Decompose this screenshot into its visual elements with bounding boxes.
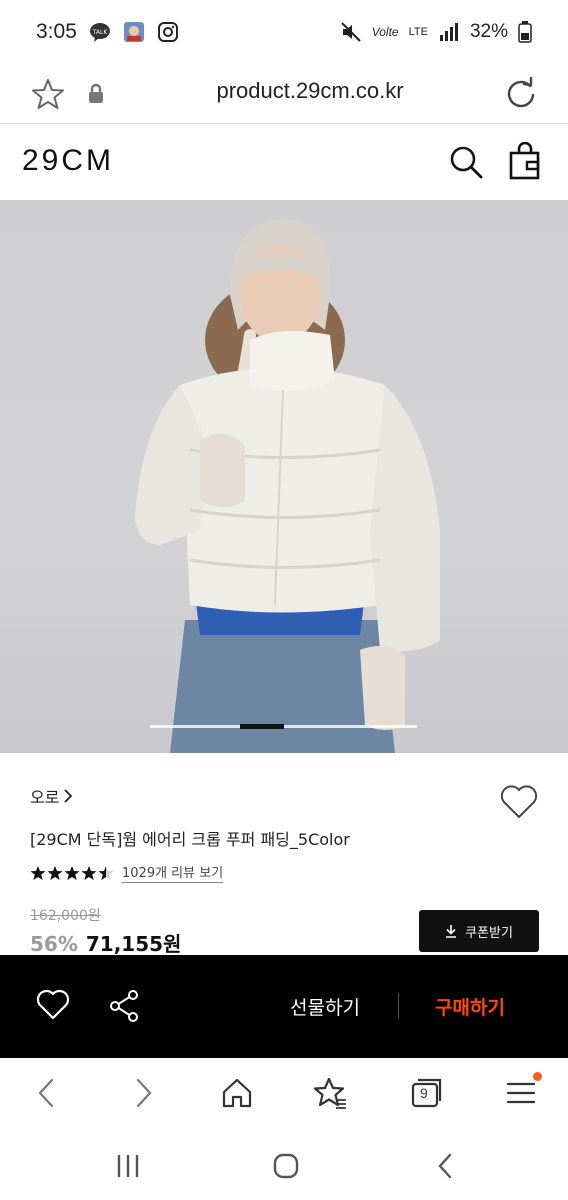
coupon-label: 쿠폰받기 <box>465 925 513 941</box>
signal-icon <box>439 23 458 41</box>
chevron-right-icon <box>64 789 73 803</box>
back-icon[interactable] <box>30 1076 64 1110</box>
nav-back-icon[interactable] <box>432 1152 460 1180</box>
mute-icon <box>340 22 361 42</box>
purchase-bar: 선물하기 구매하기 <box>0 955 568 1058</box>
url-text[interactable]: product.29cm.co.kr <box>120 78 500 104</box>
share-icon[interactable] <box>108 989 140 1023</box>
original-price: 162,000원 <box>30 908 101 924</box>
home-icon[interactable] <box>220 1076 254 1110</box>
battery-icon <box>518 21 532 43</box>
buy-button[interactable]: 구매하기 <box>435 993 505 1020</box>
discount-rate: 56% <box>30 932 78 956</box>
star-filled-icon <box>30 865 46 880</box>
heart-icon[interactable] <box>500 784 538 820</box>
system-nav-bar <box>0 1130 568 1200</box>
app-notification-icon <box>123 22 144 42</box>
status-bar: 3:05 TALK Volte LTE 32% <box>0 0 568 64</box>
svg-text:TALK: TALK <box>92 29 109 36</box>
star-icon[interactable] <box>30 76 66 112</box>
menu-icon[interactable] <box>504 1076 538 1110</box>
recents-icon[interactable] <box>114 1152 142 1180</box>
coupon-button[interactable]: 쿠폰받기 <box>419 910 539 952</box>
forward-icon[interactable] <box>126 1076 160 1110</box>
lock-icon <box>89 83 103 103</box>
brand-link[interactable]: 오로 <box>30 784 73 808</box>
price-row: 56% 71,155원 <box>30 928 181 957</box>
star-filled-icon <box>81 865 97 880</box>
review-link[interactable]: 1029개 리뷰 보기 <box>122 862 224 883</box>
star-filled-icon <box>64 865 80 880</box>
gift-button[interactable]: 선물하기 <box>290 993 360 1020</box>
brand-name: 오로 <box>30 788 60 807</box>
sale-price: 71,155원 <box>85 932 182 956</box>
star-filled-icon <box>47 865 63 880</box>
image-pager <box>150 724 417 729</box>
reload-icon[interactable] <box>504 76 538 110</box>
kakaotalk-notification-icon: TALK <box>89 23 110 42</box>
bookmark-star-icon[interactable] <box>314 1076 348 1110</box>
product-title: [29CM 단독]웜 에어리 크롭 푸퍼 패딩_5Color <box>30 830 350 849</box>
tabs-button[interactable]: 9 <box>410 1076 444 1110</box>
model-photo <box>135 220 440 753</box>
site-header: 29CM <box>0 126 568 200</box>
notification-dot <box>533 1072 542 1081</box>
download-icon <box>446 925 457 938</box>
star-half-icon <box>98 865 114 880</box>
instagram-icon <box>157 22 178 42</box>
volte-label: Volte <box>371 25 399 39</box>
status-time: 3:05 <box>36 20 77 43</box>
browser-toolbar: 9 <box>0 1060 568 1130</box>
search-icon[interactable] <box>448 144 484 180</box>
divider <box>398 993 399 1019</box>
star-rating <box>30 865 114 881</box>
browser-url-bar: product.29cm.co.kr <box>0 64 568 124</box>
image-pager-active <box>240 724 284 729</box>
site-logo[interactable]: 29CM <box>22 144 114 178</box>
home-circle-icon[interactable] <box>272 1152 300 1180</box>
tabs-count: 9 <box>420 1085 428 1101</box>
rating-row: 1029개 리뷰 보기 <box>30 862 224 883</box>
battery-percent: 32% <box>469 21 508 42</box>
lte-label: LTE <box>408 26 428 38</box>
bag-icon[interactable] <box>508 142 542 180</box>
heart-icon[interactable] <box>36 989 70 1021</box>
product-image[interactable] <box>0 200 568 753</box>
